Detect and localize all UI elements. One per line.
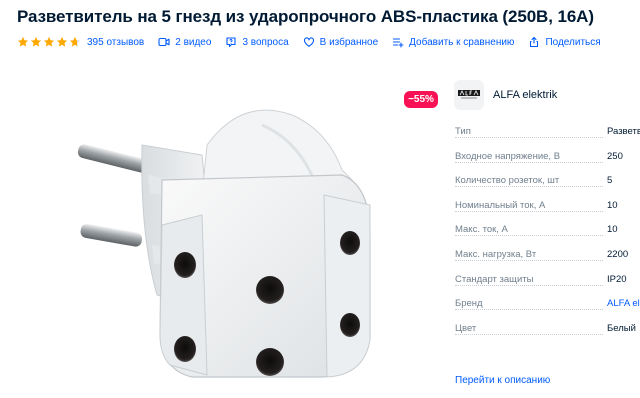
spec-value: Белый (607, 322, 636, 334)
questions-label: 3 вопроса (242, 36, 289, 48)
favorite-label: В избранное (319, 36, 379, 48)
videos-link[interactable]: 2 видео (158, 36, 211, 48)
spec-row: Макс. ток, А 10 (455, 222, 640, 247)
questions-link[interactable]: 3 вопроса (225, 36, 289, 48)
spec-row: Номинальный ток, А 10 (455, 198, 640, 223)
spec-label: Входное напряжение, В (455, 150, 561, 162)
product-title: Разветвитель на 5 гнезд из ударопрочного… (17, 7, 594, 26)
specs-list: Тип Разветвитель Входное напряжение, В 2… (455, 124, 640, 345)
spec-value: 10 (607, 224, 618, 236)
spec-label: Количество розеток, шт (455, 175, 560, 187)
star-icon (17, 36, 29, 47)
videos-label: 2 видео (175, 36, 212, 48)
spec-label: Макс. нагрузка, Вт (455, 248, 537, 260)
spec-dots (455, 333, 603, 335)
alfa-logo-icon (458, 90, 480, 99)
spec-label: Тип (455, 126, 471, 137)
rating-stars[interactable] (17, 36, 81, 48)
spec-label: Цвет (455, 322, 477, 334)
brand-name: ALFA elektrik (493, 89, 558, 101)
compare-label: Добавить к сравнению (409, 36, 515, 48)
compare-icon (393, 38, 404, 48)
spec-value: IP20 (607, 273, 627, 285)
question-icon (226, 37, 236, 48)
spec-row: Тип Разветвитель (455, 124, 640, 149)
spec-dots (455, 210, 603, 212)
spec-row: Количество розеток, шт 5 (455, 173, 640, 198)
star-icon (30, 36, 42, 47)
spec-dots (455, 284, 603, 286)
video-icon (158, 37, 170, 47)
spec-value: 2200 (607, 248, 629, 260)
brand-logo (454, 80, 484, 110)
share-icon (530, 36, 539, 48)
spec-row: Цвет Белый (455, 321, 640, 346)
spec-label: Стандарт защиты (455, 273, 534, 285)
spec-value: 250 (607, 150, 623, 162)
spec-row: Входное напряжение, В 250 (455, 149, 640, 174)
favorite-button[interactable]: В избранное (303, 36, 379, 48)
compare-button[interactable]: Добавить к сравнению (392, 36, 514, 48)
spec-dots (455, 161, 603, 163)
power-splitter-picture (77, 109, 371, 378)
spec-value: 10 (607, 199, 618, 211)
share-label: Поделиться (545, 36, 601, 48)
spec-row: Бренд ALFA elektrik (455, 296, 640, 321)
product-image[interactable] (52, 85, 402, 385)
spec-label: Номинальный ток, А (455, 199, 546, 211)
star-icon (56, 36, 68, 47)
heart-icon (303, 37, 314, 47)
spec-row: Макс. нагрузка, Вт 2200 (455, 247, 640, 272)
spec-value: Разветвитель (607, 126, 640, 137)
star-icon (43, 36, 55, 47)
spec-label: Бренд (455, 298, 483, 310)
spec-dots (455, 235, 603, 237)
reviews-count: 395 отзывов (87, 36, 145, 48)
share-button[interactable]: Поделиться (528, 36, 601, 48)
spec-dots (455, 186, 603, 188)
brand-spec-link[interactable]: ALFA elektrik (607, 298, 640, 309)
reviews-link[interactable]: 395 отзывов (87, 37, 144, 48)
product-actions-bar: 395 отзывов 2 видео 3 вопроса В избранно… (17, 34, 615, 50)
spec-dots (455, 309, 603, 311)
spec-dots (455, 259, 603, 261)
brand-block[interactable]: ALFA elektrik (454, 80, 557, 110)
discount-badge: −55% (404, 91, 438, 108)
half-star-icon (69, 36, 81, 47)
spec-label: Макс. ток, А (455, 224, 508, 236)
spec-row: Стандарт защиты IP20 (455, 272, 640, 297)
spec-value: 5 (607, 175, 613, 187)
spec-dots (455, 137, 603, 138)
go-to-description-link[interactable]: Перейти к описанию (455, 375, 550, 386)
